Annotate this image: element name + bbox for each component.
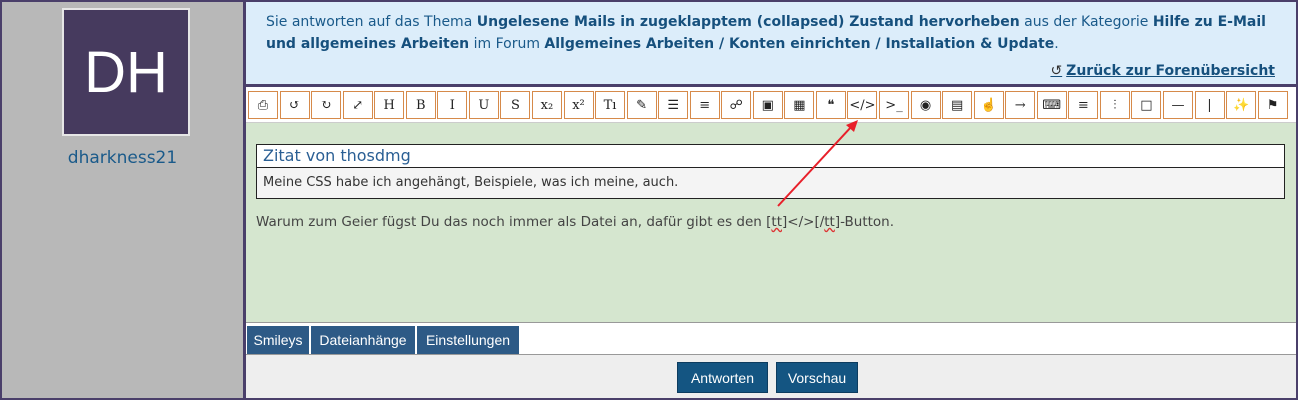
toolbar-button-keyboard-icon[interactable]: ⌨ xyxy=(1036,91,1067,119)
reply-panel: Sie antworten auf das Thema Ungelesene M… xyxy=(246,2,1296,398)
toolbar-button-table-icon[interactable]: ▦ xyxy=(784,91,815,119)
tab-settings[interactable]: Einstellungen xyxy=(417,326,519,354)
book-icon: ▤ xyxy=(950,97,964,113)
toolbar-button-align-icon[interactable]: ≡ xyxy=(689,91,720,119)
quote-text: Meine CSS habe ich angehängt, Beispiele,… xyxy=(257,168,1284,198)
align-icon: ≡ xyxy=(699,97,711,113)
info-text-1: Sie antworten auf das Thema xyxy=(266,14,477,30)
superscript-icon: x² xyxy=(572,97,585,113)
back-link-label: Zurück zur Forenübersicht xyxy=(1066,63,1275,79)
forum-link[interactable]: Allgemeines Arbeiten / Konten einrichten… xyxy=(544,36,1054,52)
toolbar-button-link-icon[interactable]: ☍ xyxy=(721,91,752,119)
toolbar-button-arrow-icon[interactable]: → xyxy=(1005,91,1036,119)
username-link[interactable]: dharkness21 xyxy=(2,148,243,168)
spoiler-icon: ◉ xyxy=(919,97,932,113)
user-sidebar: DH dharkness21 xyxy=(2,2,243,398)
toolbar-button-source-icon[interactable]: ⎙ xyxy=(248,91,278,119)
toolbar-button-book-icon[interactable]: ▤ xyxy=(942,91,973,119)
toolbar-button-subscript-icon[interactable]: x₂ xyxy=(531,91,562,119)
tab-smileys[interactable]: Smileys xyxy=(247,326,309,354)
toolbar-button-spoiler-icon[interactable]: ◉ xyxy=(910,91,941,119)
box-icon: □ xyxy=(1140,97,1153,113)
toolbar-button-image-icon[interactable]: ▣ xyxy=(752,91,783,119)
toolbar-button-color-brush-icon[interactable]: ✎ xyxy=(626,91,657,119)
vertical-line-icon: | xyxy=(1207,97,1212,113)
underline-icon: U xyxy=(478,97,490,113)
font-size-icon: Tı xyxy=(603,97,617,113)
flag-icon: ⚑ xyxy=(1266,97,1279,113)
form-footer: Antworten Vorschau xyxy=(246,354,1296,398)
sliders-icon: ⫶ xyxy=(1113,97,1117,113)
undo-icon: ↺ xyxy=(1050,63,1063,79)
bold-icon: B xyxy=(415,97,426,113)
toolbar-button-hand-icon[interactable]: ☝ xyxy=(973,91,1004,119)
reply-info-box: Sie antworten auf das Thema Ungelesene M… xyxy=(246,2,1296,84)
list-icon: ☰ xyxy=(667,97,679,113)
menu-icon: ≡ xyxy=(1077,97,1089,113)
toolbar-button-heading-icon[interactable]: H xyxy=(374,91,405,119)
inline-code-icon: </> xyxy=(849,97,876,113)
undo-icon: ↺ xyxy=(289,97,300,113)
strikethrough-icon: S xyxy=(510,97,520,113)
magic-wand-icon: ✨ xyxy=(1232,97,1250,113)
toolbar-button-bold-icon[interactable]: B xyxy=(405,91,436,119)
code-block-icon: >_ xyxy=(885,97,903,113)
toolbar-button-superscript-icon[interactable]: x² xyxy=(563,91,594,119)
fullscreen-icon: ⤢ xyxy=(352,97,364,113)
back-to-forum-link[interactable]: ↺ Zurück zur Forenübersicht xyxy=(1050,60,1275,82)
toolbar-button-undo-icon[interactable]: ↺ xyxy=(279,91,310,119)
color-brush-icon: ✎ xyxy=(636,97,648,113)
toolbar-button-font-size-icon[interactable]: Tı xyxy=(595,91,626,119)
heading-icon: H xyxy=(383,97,395,113)
reply-text-part: ]</>[/ xyxy=(782,214,825,230)
submit-reply-button[interactable]: Antworten xyxy=(677,362,768,393)
quote-block: Zitat von thosdmg Meine CSS habe ich ang… xyxy=(256,144,1285,199)
editor-toolbar: ⎙ ↺ ↻ ⤢ H B I U Sx₂ x² Tı ✎ ☰ ≡ ☍ ▣ ▦ ❝ </> >_ ◉ ▤ ☝ → ⌨ ≡ ⫶ □ — | ✨ ⚑ xyxy=(246,87,1296,123)
toolbar-button-list-icon[interactable]: ☰ xyxy=(658,91,689,119)
editor-tabs: Smileys Dateianhänge Einstellungen xyxy=(246,324,1296,354)
toolbar-button-underline-icon[interactable]: U xyxy=(468,91,499,119)
reply-text-part: ]-Button. xyxy=(834,214,895,230)
toolbar-button-quote-icon[interactable]: ❝ xyxy=(815,91,846,119)
arrow-icon: → xyxy=(1014,97,1026,113)
toolbar-button-inline-code-icon[interactable]: </> xyxy=(847,91,878,119)
toolbar-button-fullscreen-icon[interactable]: ⤢ xyxy=(342,91,373,119)
tab-attachments[interactable]: Dateianhänge xyxy=(311,326,415,354)
toolbar-button-sliders-icon[interactable]: ⫶ xyxy=(1099,91,1130,119)
reply-text: Warum zum Geier fügst Du das noch immer … xyxy=(256,214,894,230)
toolbar-button-vertical-line-icon[interactable]: | xyxy=(1194,91,1225,119)
toolbar-button-redo-icon[interactable]: ↻ xyxy=(311,91,342,119)
toolbar-button-horizontal-line-icon[interactable]: — xyxy=(1162,91,1193,119)
toolbar-button-box-icon[interactable]: □ xyxy=(1131,91,1162,119)
reply-text-tag: tt xyxy=(824,214,835,230)
hand-icon: ☝ xyxy=(980,97,997,113)
toolbar-button-strikethrough-icon[interactable]: S xyxy=(500,91,531,119)
redo-icon: ↻ xyxy=(320,97,332,113)
image-icon: ▣ xyxy=(761,97,774,113)
reply-text-part: Warum zum Geier fügst Du das noch immer … xyxy=(256,214,772,230)
preview-button[interactable]: Vorschau xyxy=(776,362,858,393)
editor-textarea[interactable]: Zitat von thosdmg Meine CSS habe ich ang… xyxy=(246,123,1296,323)
source-icon: ⎙ xyxy=(257,97,269,113)
toolbar-button-menu-icon[interactable]: ≡ xyxy=(1068,91,1099,119)
avatar[interactable]: DH xyxy=(62,8,190,136)
link-icon: ☍ xyxy=(729,97,743,113)
info-text-3: im Forum xyxy=(469,36,545,52)
toolbar-button-flag-icon[interactable]: ⚑ xyxy=(1257,91,1288,119)
table-icon: ▦ xyxy=(793,97,806,113)
italic-icon: I xyxy=(449,97,455,113)
toolbar-button-magic-wand-icon[interactable]: ✨ xyxy=(1226,91,1257,119)
horizontal-line-icon: — xyxy=(1171,97,1185,113)
reply-text-tag: tt xyxy=(771,214,782,230)
info-text-4: . xyxy=(1054,36,1059,52)
toolbar-button-italic-icon[interactable]: I xyxy=(437,91,468,119)
topic-link[interactable]: Ungelesene Mails in zugeklapptem (collap… xyxy=(477,14,1020,30)
info-text-2: aus der Kategorie xyxy=(1019,14,1153,30)
quote-icon: ❝ xyxy=(827,97,835,113)
quote-author: Zitat von thosdmg xyxy=(257,145,1284,168)
keyboard-icon: ⌨ xyxy=(1042,97,1062,113)
toolbar-button-code-block-icon[interactable]: >_ xyxy=(879,91,909,119)
subscript-icon: x₂ xyxy=(540,97,554,113)
